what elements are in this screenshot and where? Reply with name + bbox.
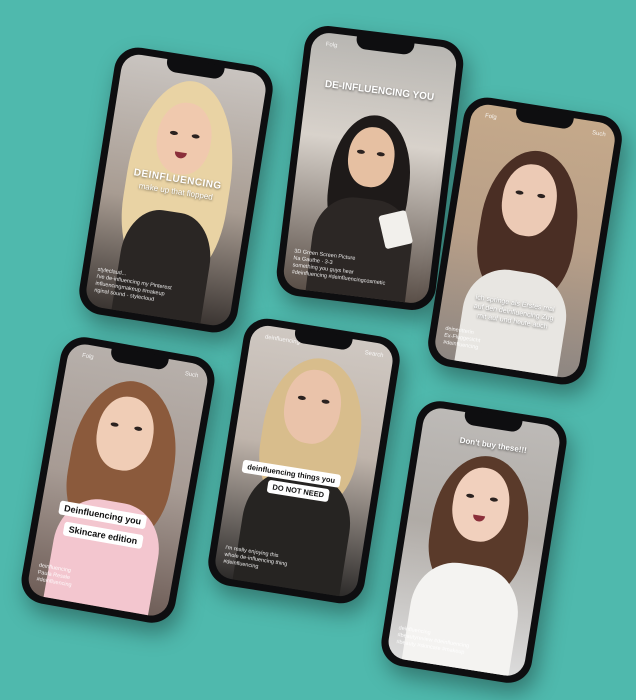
video-screen[interactable]: Folg DE-INFLUENCING YOU 3D Green Screen … — [281, 31, 459, 305]
phone-tiktok-1: DEINFLUENCING make up that flopped style… — [75, 44, 277, 336]
video-title-chip: Don't buy these!!! — [459, 435, 528, 456]
video-screen[interactable]: Folg Such ich springe als Erstes mal auf… — [432, 102, 618, 380]
phone-tiktok-2: Folg DE-INFLUENCING YOU 3D Green Screen … — [274, 23, 466, 313]
following-tab[interactable]: Folg — [325, 42, 337, 49]
phone-tiktok-4: Folg Such Deinfluencing you Skincare edi… — [17, 333, 219, 627]
following-tab[interactable]: Folg — [81, 353, 94, 361]
video-screen[interactable]: DEINFLUENCING make up that flopped style… — [83, 52, 269, 328]
phone-tiktok-5: deinfluencing Search deinfluencing thing… — [204, 315, 404, 607]
search-button[interactable]: Search — [364, 350, 384, 359]
video-screen[interactable]: Don't buy these!!! deinfluencing #beauty… — [385, 405, 563, 679]
search-tab[interactable]: Such — [592, 130, 606, 138]
phone-tiktok-3: Folg Such ich springe als Erstes mal auf… — [424, 94, 626, 388]
following-tab[interactable]: Folg — [485, 113, 497, 121]
phone-tiktok-6: Don't buy these!!! deinfluencing #beauty… — [377, 397, 571, 687]
search-tab[interactable]: Such — [184, 371, 199, 379]
video-title: DE-INFLUENCING YOU — [324, 78, 435, 104]
video-screen[interactable]: deinfluencing Search deinfluencing thing… — [212, 323, 396, 599]
video-screen[interactable]: Folg Such Deinfluencing you Skincare edi… — [25, 341, 211, 619]
